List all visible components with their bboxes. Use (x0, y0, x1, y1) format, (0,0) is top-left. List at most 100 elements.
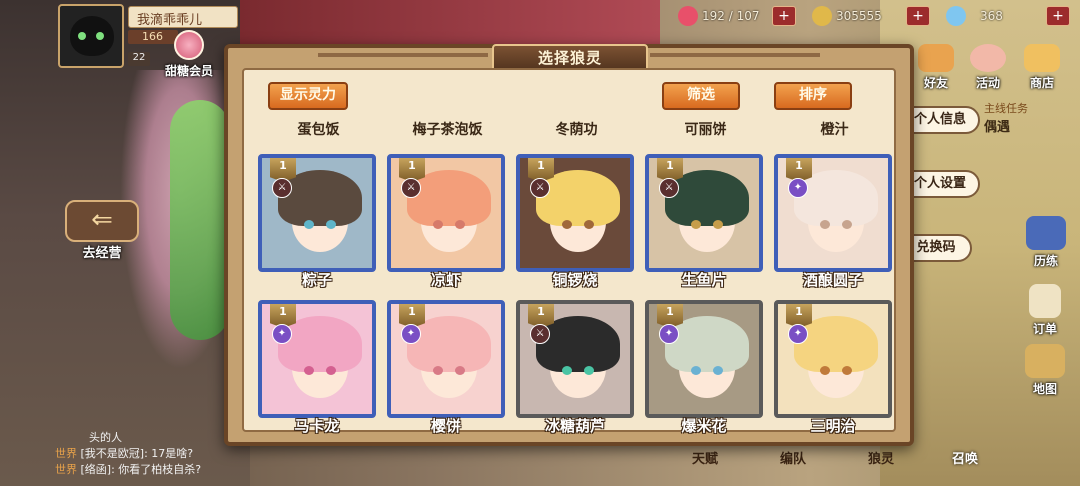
formation-button[interactable]: 编队 (768, 448, 818, 467)
portrait-eye (326, 366, 336, 375)
map-button[interactable]: 地图 (1018, 344, 1072, 397)
blade-element-icon: ⚔ (530, 324, 550, 344)
portrait-eye (820, 220, 830, 229)
magic-element-icon: ✦ (788, 324, 808, 344)
portrait-eye (691, 366, 701, 375)
portrait-eye (842, 366, 852, 375)
card-name: 粽子 (301, 271, 332, 289)
portrait-eye (584, 366, 594, 375)
portrait-eye (713, 366, 723, 375)
show-power-button[interactable]: 显示灵力 (268, 82, 348, 110)
orders-button[interactable]: 订单 (1020, 284, 1070, 337)
diamond-icon (946, 6, 966, 26)
goto-business-button[interactable]: ⇐ 去经营 (62, 200, 142, 261)
portrait-eye (326, 220, 336, 229)
training-button[interactable]: 历练 (1018, 216, 1074, 269)
map-label: 地图 (1032, 382, 1057, 396)
spirit-card[interactable]: 1 ⚔ 粽子 (258, 154, 376, 294)
card-name: 梅子茶泡饭 (412, 122, 483, 138)
portrait-eye (304, 220, 314, 229)
spirit-grid[interactable]: 蛋包饭 梅子茶泡饭 冬荫功 可丽饼 橙汁 1 ⚔ 粽子 1 ⚔ 凉虾 1 ⚔ 铜锣烧 1 ⚔ 生鱼片 1… (254, 120, 900, 436)
card-frame: 1 ✦ (645, 300, 763, 418)
cat-avatar-icon (70, 16, 114, 56)
spirit-card[interactable]: 1 ⚔ 冰糖葫芦 (516, 300, 634, 436)
arrow-left-icon: ⇐ (65, 200, 139, 242)
portrait-eye (455, 220, 465, 229)
spirit-card[interactable]: 1 ⚔ 铜锣烧 (516, 154, 634, 294)
talent-button[interactable]: 天赋 (680, 448, 730, 467)
blade-element-icon: ⚔ (272, 178, 292, 198)
friends-icon (918, 44, 954, 72)
card-frame: 1 ✦ (774, 154, 892, 272)
chat-channel: 世界 (55, 463, 77, 476)
chat-message: 世界 [我不是欧冠]: 17是啥? (55, 446, 255, 462)
previous-row-names: 蛋包饭 梅子茶泡饭 冬荫功 可丽饼 橙汁 (254, 120, 900, 146)
portrait-eye (562, 220, 572, 229)
shop-label: 商店 (1029, 76, 1054, 90)
card-name: 冰糖葫芦 (544, 417, 605, 435)
spirit-card[interactable]: 1 ⚔ 生鱼片 (645, 154, 763, 294)
dialog-body: 显示灵力 筛选 排序 蛋包饭 梅子茶泡饭 冬荫功 可丽饼 橙汁 1 ⚔ 粽子 1 ⚔ 凉虾… (242, 68, 896, 435)
clipboard-icon (1029, 284, 1061, 318)
diamond-resource: 368 + (946, 4, 1070, 28)
card-name: 橙汁 (820, 122, 849, 138)
chat-text: [络函]: 你看了柏枝自杀? (80, 463, 202, 476)
card-name: 马卡龙 (294, 417, 340, 435)
card-frame: 1 ⚔ (258, 154, 376, 272)
sort-button[interactable]: 排序 (774, 82, 852, 110)
spirit-card[interactable]: 1 ⚔ 凉虾 (387, 154, 505, 294)
star-icon (970, 44, 1006, 72)
stamina-value: 192 / 107 (702, 9, 760, 23)
coin-resource: 305555 + (812, 4, 930, 28)
title-ornament-right (650, 53, 820, 57)
player-name: 我滴乖乖儿 (128, 6, 238, 28)
map-icon (1025, 344, 1065, 378)
spirit-card[interactable]: 1 ✦ 爆米花 (645, 300, 763, 436)
chat-message: 世界 [络函]: 你看了柏枝自杀? (55, 462, 255, 478)
add-coin-button[interactable]: + (906, 6, 930, 26)
magic-element-icon: ✦ (788, 178, 808, 198)
main-quest[interactable]: 主线任务 偶遇 (984, 100, 1044, 135)
summon-button[interactable]: 召唤 (940, 448, 990, 467)
avatar-eye (78, 32, 86, 40)
spirit-card[interactable]: 1 ✦ 三明治 (774, 300, 892, 436)
goto-business-label: 去经营 (82, 246, 122, 261)
friends-button[interactable]: 好友 (912, 44, 960, 91)
title-ornament-left (318, 53, 488, 57)
portrait-eye (584, 220, 594, 229)
spirit-card[interactable]: 1 ✦ 马卡龙 (258, 300, 376, 436)
add-diamond-button[interactable]: + (1046, 6, 1070, 26)
friends-label: 好友 (923, 76, 948, 90)
card-frame: 1 ⚔ (645, 154, 763, 272)
card-frame: 1 ✦ (258, 300, 376, 418)
add-stamina-button[interactable]: + (772, 6, 796, 26)
spirit-card[interactable]: 1 ✦ 樱饼 (387, 300, 505, 436)
card-name: 冬荫功 (555, 122, 598, 138)
vip-button[interactable]: 甜糖会员 (158, 30, 220, 79)
coin-value: 305555 (836, 9, 882, 23)
filter-button[interactable]: 筛选 (662, 82, 740, 110)
chat-text: [我不是欧冠]: 17是啥? (80, 447, 194, 460)
spirit-card[interactable]: 1 ✦ 酒酿圆子 (774, 154, 892, 294)
resource-bar: 192 / 107 + 305555 + 368 + (672, 4, 1080, 30)
magic-element-icon: ✦ (659, 324, 679, 344)
portrait-eye (433, 220, 443, 229)
card-name: 生鱼片 (681, 271, 727, 289)
events-button[interactable]: 活动 (964, 44, 1012, 91)
card-name: 铜锣烧 (552, 271, 598, 289)
wolf-spirit-button[interactable]: 狼灵 (856, 448, 906, 467)
training-label: 历练 (1033, 254, 1058, 268)
player-avatar[interactable] (58, 4, 124, 68)
portrait-eye (842, 220, 852, 229)
card-frame: 1 ✦ (774, 300, 892, 418)
quest-name: 偶遇 (984, 120, 1011, 135)
quest-label: 主线任务 (984, 102, 1028, 115)
training-icon (1026, 216, 1066, 250)
shop-icon (1024, 44, 1060, 72)
lollipop-icon (174, 30, 204, 60)
shop-button[interactable]: 商店 (1018, 44, 1066, 91)
card-name: 蛋包饭 (297, 122, 340, 138)
select-spirit-dialog: 选择狼灵 显示灵力 筛选 排序 蛋包饭 梅子茶泡饭 冬荫功 可丽饼 橙汁 1 ⚔ 粽… (224, 44, 914, 446)
player-level: 22 (128, 52, 150, 66)
portrait-eye (455, 366, 465, 375)
